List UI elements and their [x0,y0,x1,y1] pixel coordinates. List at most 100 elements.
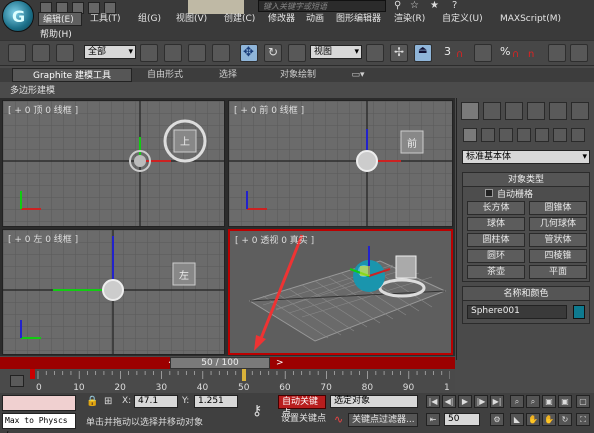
select-and-rotate-icon[interactable]: ↻ [264,44,282,62]
viewport-perspective-label[interactable]: [ + 0 透视 0 真实 ] [235,233,314,246]
viewport-left[interactable]: [ + 0 左 0 线框 ] 左 [2,229,225,355]
help-question-icon[interactable]: ? [452,0,457,11]
menu-views[interactable]: 视图(V) [176,12,207,26]
name-color-header[interactable]: 名称和颜色 [463,287,589,301]
object-color-swatch[interactable] [573,305,585,319]
search-binoculars-icon[interactable]: ⚲ [394,0,401,11]
viewport-front[interactable]: [ + 0 前 0 线框 ] 前 [228,100,453,227]
orbit-icon[interactable]: ↻ [558,413,572,426]
tube-button[interactable]: 管状体 [529,233,587,247]
primitive-category-dropdown[interactable]: 标准基本体 [462,150,590,164]
key-marker[interactable] [30,369,35,379]
sphere-button[interactable]: 球体 [467,217,525,231]
menu-tools[interactable]: 工具(T) [90,12,121,26]
select-manipulate-icon[interactable]: ✢ [390,44,408,62]
time-config-icon[interactable]: ⚙ [490,413,504,426]
tab-object-paint[interactable]: 对象绘制 [268,68,328,82]
viewport-perspective[interactable]: [ + 0 透视 0 真实 ] [228,229,453,355]
snap-3d-toggle-icon[interactable]: 3 [444,45,451,58]
absolute-mode-icon[interactable]: ⊞ [104,396,112,407]
viewcube-top-face[interactable]: 上 [180,133,190,148]
maxscript-listener-input[interactable]: Max to Physcs ( [2,413,76,433]
teapot-button[interactable]: 茶壶 [467,265,525,279]
go-to-end-icon[interactable]: ▶| [490,395,504,408]
tab-selection[interactable]: 选择 [208,68,248,82]
maximize-viewport-icon[interactable]: ⛶ [576,413,590,426]
lights-icon[interactable] [499,128,513,142]
menu-modifiers[interactable]: 修改器 [268,12,295,26]
tab-graphite-modeling[interactable]: Graphite 建模工具 [12,68,132,82]
key-mode-toggle-icon[interactable]: ⇤ [426,413,440,426]
auto-key-button[interactable]: 自动关键点 [278,395,326,419]
key-filter-curve-icon[interactable]: ∿ [334,413,343,426]
autogrid-checkbox[interactable] [485,189,493,197]
unlink-icon[interactable] [56,44,74,62]
menu-maxscript[interactable]: MAXScript(M) [500,12,561,26]
pivot-center-icon[interactable] [366,44,384,62]
keyboard-shortcut-override-icon[interactable]: ⏏ [414,44,432,62]
zoom-region-icon[interactable]: ▢ [576,395,590,408]
spinner-snap-icon[interactable]: n [528,49,534,60]
cameras-icon[interactable] [517,128,531,142]
torus-button[interactable]: 圆环 [467,249,525,263]
pyramid-button[interactable]: 四棱锥 [529,249,587,263]
motion-tab-icon[interactable] [527,102,545,120]
object-type-header[interactable]: 对象类型 [463,173,589,187]
lock-selection-icon[interactable]: 🔒 [86,396,98,407]
window-crossing-icon[interactable] [212,44,230,62]
shapes-icon[interactable] [481,128,495,142]
maxscript-mini-listener[interactable] [2,395,76,411]
key-filters-button[interactable]: 关键点过滤器... [348,413,418,427]
mini-curve-editor-icon[interactable] [10,375,24,387]
prev-frame-icon[interactable]: ◀| [442,395,456,408]
polygon-modeling-label[interactable]: 多边形建模 [10,83,55,96]
zoom-extents-icon[interactable]: ▣ [542,395,556,408]
abc-named-selection-icon[interactable] [570,44,588,62]
menu-customize[interactable]: 自定义(U) [442,12,483,26]
object-name-field[interactable]: Sphere001 [467,305,567,319]
zoom-icon[interactable]: ⌕ [510,395,524,408]
create-tab-icon[interactable] [461,102,479,120]
rectangular-selection-icon[interactable] [188,44,206,62]
zoom-all-icon[interactable]: ⌕ [526,395,540,408]
box-button[interactable]: 长方体 [467,201,525,215]
menu-graph-editors[interactable]: 图形编辑器 [336,12,381,26]
menu-rendering[interactable]: 渲染(R) [394,12,425,26]
snap-magnet-icon[interactable]: ∩ [456,49,463,60]
tab-freeform[interactable]: 自由形式 [140,68,190,82]
favorites-star-icon[interactable]: ★ [430,0,439,11]
utilities-tab-icon[interactable] [571,102,589,120]
geosphere-button[interactable]: 几何球体 [529,217,587,231]
next-frame-icon[interactable]: |▶ [474,395,488,408]
selected-objects-dropdown[interactable]: 选定对象 [330,395,418,408]
helpers-icon[interactable] [535,128,549,142]
undo-toolbar-icon[interactable] [8,44,26,62]
viewcube-left-face[interactable]: 左 [179,267,189,282]
select-by-name-icon[interactable] [164,44,182,62]
angle-snap-icon[interactable] [474,44,492,62]
walkthrough-icon[interactable]: ✋ [542,413,556,426]
viewport-front-label[interactable]: [ + 0 前 0 线框 ] [234,103,304,116]
viewport-top-label[interactable]: [ + 0 顶 0 线框 ] [8,103,78,116]
time-slider-thumb[interactable]: 50 / 100 [170,357,270,369]
ribbon-options-icon[interactable]: ▭▾ [346,68,370,82]
time-slider-next-icon[interactable]: > [276,358,284,368]
viewport-left-label[interactable]: [ + 0 左 0 线框 ] [8,232,78,245]
menu-animation[interactable]: 动画 [306,12,324,26]
app-logo-icon[interactable]: G [2,0,34,32]
current-frame-field[interactable]: 50 [444,413,480,426]
select-and-move-icon[interactable]: ✥ [240,44,258,62]
menu-help[interactable]: 帮助(H) [40,27,72,40]
geometry-icon[interactable] [463,128,477,142]
percent-snap-icon[interactable]: % [500,45,510,58]
viewport-top[interactable]: [ + 0 顶 0 线框 ] 上 [2,100,225,227]
select-object-icon[interactable] [140,44,158,62]
space-warps-icon[interactable] [553,128,567,142]
zoom-extents-all-icon[interactable]: ▣ [558,395,572,408]
percent-snap-magnet-icon[interactable]: ∩ [512,49,519,60]
selection-filter-dropdown[interactable]: 全部 [84,45,136,59]
select-and-link-icon[interactable] [32,44,50,62]
x-coord-field[interactable]: 47.1 [134,395,178,408]
y-coord-field[interactable]: 1.251 [194,395,238,408]
reference-coordinate-dropdown[interactable]: 视图 [310,45,362,59]
